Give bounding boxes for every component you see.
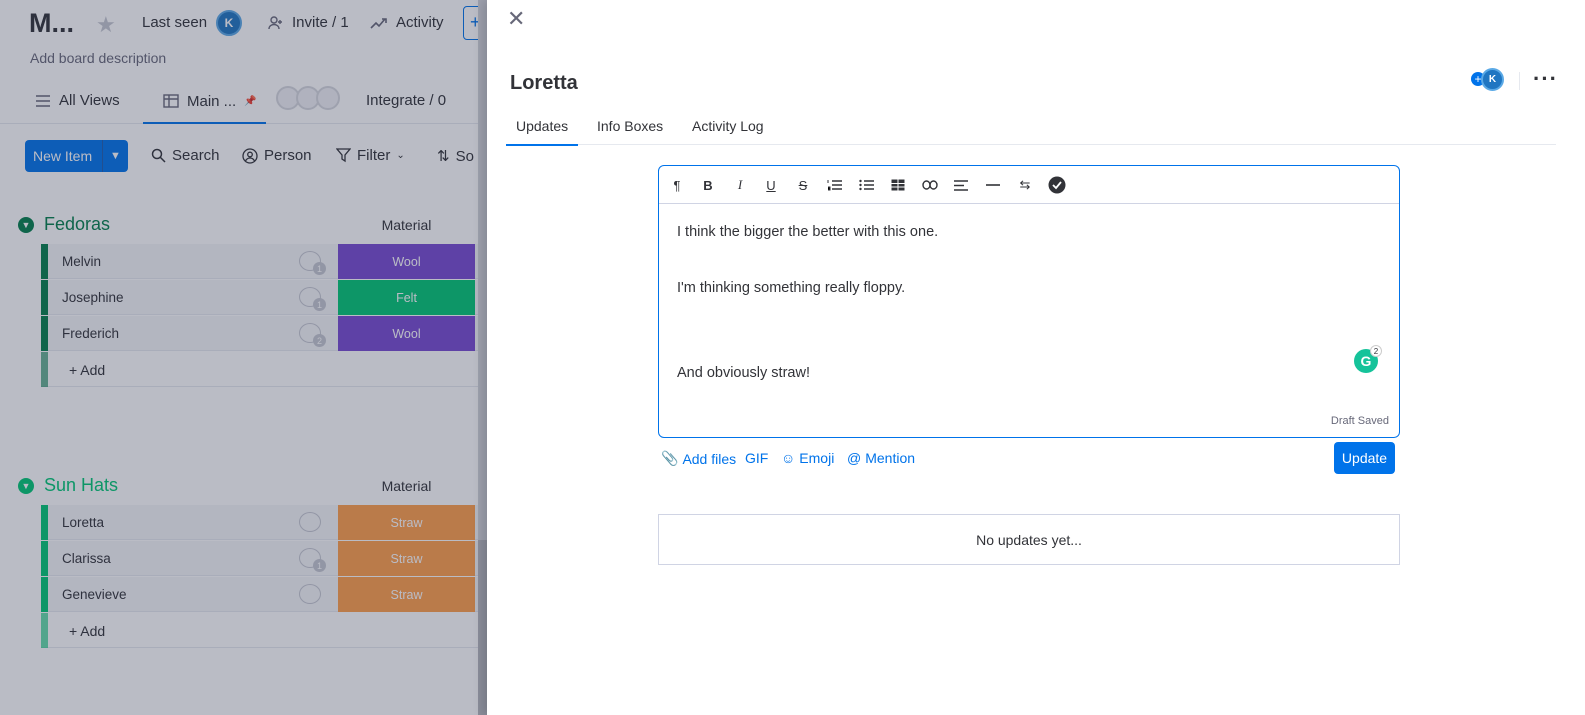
direction-icon[interactable]: ⇆	[1015, 175, 1035, 195]
close-icon[interactable]: ✕	[507, 6, 525, 32]
grammarly-count: 2	[1370, 345, 1382, 357]
empty-updates-state: No updates yet...	[658, 514, 1400, 565]
mention-label: Mention	[865, 450, 916, 466]
checklist-icon[interactable]	[1047, 175, 1067, 195]
tab-updates[interactable]: Updates	[506, 118, 579, 146]
emoji-label: Emoji	[799, 450, 835, 466]
editor-line: I think the bigger the better with this …	[677, 224, 939, 240]
underline-icon[interactable]: U	[761, 175, 781, 195]
table-icon[interactable]	[888, 175, 908, 195]
subscribers-button[interactable]: + K	[1471, 68, 1505, 92]
paperclip-icon: 📎	[661, 450, 679, 466]
align-icon[interactable]	[951, 175, 971, 195]
editor-toolbar: ¶ B I U S ⇆	[659, 166, 1399, 204]
tab-info-boxes[interactable]: Info Boxes	[597, 118, 663, 134]
draft-status: Draft Saved	[1330, 415, 1389, 427]
item-title[interactable]: Loretta	[510, 72, 578, 95]
item-panel: ✕ Loretta + K ··· Updates Info Boxes Act…	[487, 0, 1585, 715]
gif-button[interactable]: GIF	[745, 450, 768, 466]
editor-actions: 📎 Add files GIF ☺ Emoji @ Mention	[661, 448, 1401, 480]
smiley-icon: ☺	[781, 450, 796, 466]
add-files-label: Add files	[682, 450, 737, 467]
editor-line: And obviously straw!	[677, 365, 810, 381]
bullet-list-icon[interactable]	[857, 175, 877, 195]
scrollbar-thumb[interactable]	[478, 540, 487, 715]
numbered-list-icon[interactable]	[825, 175, 845, 195]
modal-overlay[interactable]	[0, 0, 492, 715]
avatar: K	[1481, 68, 1504, 91]
divider-icon[interactable]	[983, 175, 1003, 195]
app-root: M... ★ Last seen K Invite / 1 Activity +…	[0, 0, 1585, 715]
strikethrough-icon[interactable]: S	[793, 175, 813, 195]
paragraph-icon[interactable]: ¶	[667, 175, 687, 195]
link-icon[interactable]	[920, 175, 940, 195]
editor-line: I'm thinking something really floppy.	[677, 280, 906, 296]
at-icon: @	[847, 450, 862, 466]
add-files-button[interactable]: 📎 Add files	[661, 450, 736, 467]
mention-button[interactable]: @ Mention	[847, 450, 915, 466]
update-editor[interactable]: ¶ B I U S ⇆ I think the bigger the bette…	[658, 165, 1400, 438]
update-button[interactable]: Update	[1334, 442, 1395, 474]
tab-activity-log[interactable]: Activity Log	[692, 118, 764, 134]
emoji-button[interactable]: ☺ Emoji	[781, 450, 834, 466]
board-background: M... ★ Last seen K Invite / 1 Activity +…	[0, 0, 492, 715]
divider	[1519, 72, 1520, 90]
italic-icon[interactable]: I	[730, 175, 750, 195]
panel-tabs: Updates Info Boxes Activity Log	[506, 111, 1556, 146]
more-options-icon[interactable]: ···	[1533, 66, 1558, 92]
bold-icon[interactable]: B	[698, 175, 718, 195]
